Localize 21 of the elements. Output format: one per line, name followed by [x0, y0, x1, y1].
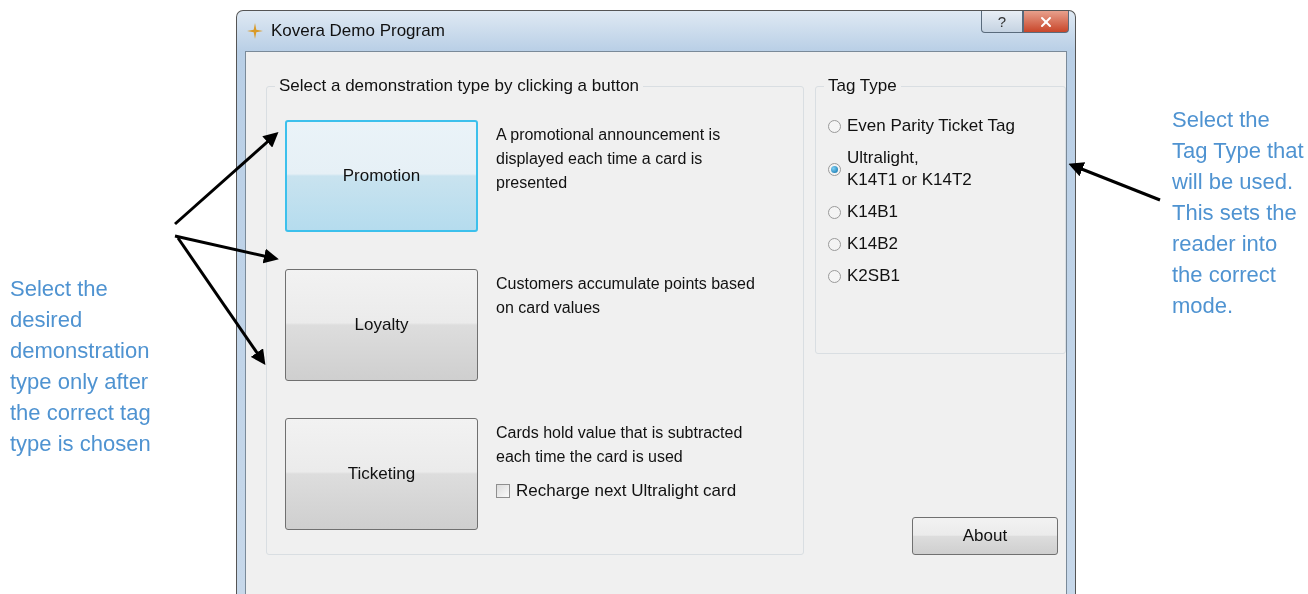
description-text: Cards hold value that is subtracted each time the card is used [496, 423, 744, 467]
help-button[interactable]: ? [981, 11, 1023, 33]
close-button[interactable] [1023, 11, 1069, 33]
demo-button[interactable]: Promotion [285, 120, 478, 232]
annotation-text: Select the Tag Type that will be used. This sets the reader into the correct mode. [1172, 106, 1305, 320]
demo-button[interactable]: Loyalty [285, 269, 478, 381]
group-title: Tag Type [824, 76, 901, 96]
group-title: Select a demonstration type by clicking a button [275, 76, 644, 96]
radio-button[interactable]: K14B2 [828, 233, 1065, 255]
demo-button[interactable]: Ticketing [285, 418, 478, 530]
window-title: Kovera Demo Program [271, 21, 446, 41]
about-button[interactable]: About [912, 517, 1058, 555]
star-icon [247, 23, 263, 39]
radio-button[interactable]: Ultralight, K14T1 or K14T2 [828, 147, 1065, 191]
annotation-text: Select the desired demonstration type only after the correct tag type is chosen [10, 275, 152, 458]
radio-button[interactable]: K14B1 [828, 201, 1065, 223]
radio-button[interactable]: K2SB1 [828, 265, 1065, 287]
recharge-checkbox[interactable]: Recharge next Ultralight card [496, 481, 758, 501]
radio-button[interactable]: Even Parity Ticket Tag [828, 115, 1065, 137]
description-text: Customers accumulate points based on card values [496, 274, 756, 318]
description-text: A promotional announcement is displayed each time a card is presented [496, 125, 722, 193]
